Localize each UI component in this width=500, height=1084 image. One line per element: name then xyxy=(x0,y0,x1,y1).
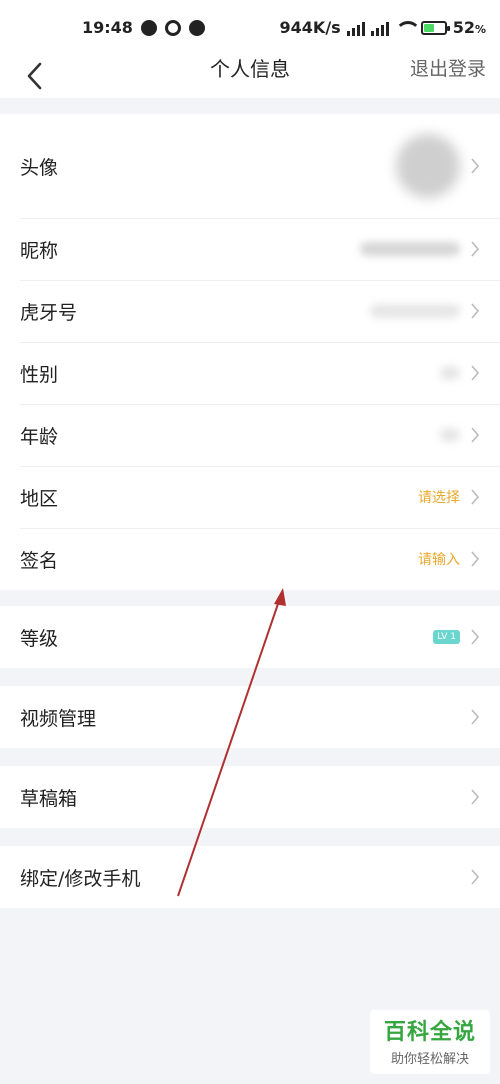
region-row[interactable]: 地区 请选择 xyxy=(0,466,500,528)
chevron-right-icon xyxy=(470,240,480,258)
gender-value-blurred xyxy=(440,366,460,380)
watermark: 百科全说 助你轻松解决 xyxy=(370,1010,490,1074)
chevron-right-icon xyxy=(470,788,480,806)
video-group: 视频管理 xyxy=(0,686,500,748)
drafts-label: 草稿箱 xyxy=(20,787,78,810)
level-badge: LV 1 xyxy=(433,630,460,644)
chevron-right-icon xyxy=(470,426,480,444)
level-label: 等级 xyxy=(20,627,59,650)
signal-icon-2 xyxy=(370,20,389,36)
profile-group: 头像 昵称 虎牙号 性别 年龄 地区 请选择 签名 请输入 xyxy=(0,114,500,590)
level-row[interactable]: 等级 LV 1 xyxy=(0,606,500,668)
age-row[interactable]: 年龄 xyxy=(0,404,500,466)
browser-icon xyxy=(188,19,205,36)
avatar xyxy=(396,134,460,198)
watermark-subtitle: 助你轻松解决 xyxy=(390,1052,469,1067)
wifi-icon xyxy=(394,20,421,35)
app-notification-icon xyxy=(140,19,157,36)
region-hint: 请选择 xyxy=(418,490,460,506)
huya-id-row[interactable]: 虎牙号 xyxy=(0,280,500,342)
status-bar: 19:48 944K/s 52% xyxy=(0,0,500,54)
status-right: 944K/s 52% xyxy=(280,18,486,37)
nickname-label: 昵称 xyxy=(20,239,59,262)
huya-id-value-blurred xyxy=(370,304,460,318)
battery-icon xyxy=(420,20,450,35)
age-label: 年龄 xyxy=(20,425,59,448)
bind-phone-label: 绑定/修改手机 xyxy=(20,867,141,890)
chevron-right-icon xyxy=(470,157,480,175)
gender-row[interactable]: 性别 xyxy=(0,342,500,404)
status-left: 19:48 xyxy=(82,18,205,37)
region-label: 地区 xyxy=(20,487,59,510)
chevron-right-icon xyxy=(470,550,480,568)
sync-icon xyxy=(164,19,181,36)
battery-percent: 52% xyxy=(452,18,486,37)
phone-group: 绑定/修改手机 xyxy=(0,846,500,908)
status-time: 19:48 xyxy=(82,18,133,37)
gender-label: 性别 xyxy=(20,363,59,386)
avatar-row[interactable]: 头像 xyxy=(0,114,500,218)
drafts-group: 草稿箱 xyxy=(0,766,500,828)
signature-hint: 请输入 xyxy=(418,552,460,568)
chevron-right-icon xyxy=(470,364,480,382)
chevron-right-icon xyxy=(470,488,480,506)
nav-bar: 个人信息 退出登录 xyxy=(0,54,500,98)
level-group: 等级 LV 1 xyxy=(0,606,500,668)
signal-icon xyxy=(346,20,365,36)
signature-label: 签名 xyxy=(20,549,59,572)
nickname-value-blurred xyxy=(360,242,460,256)
network-speed: 944K/s xyxy=(279,18,341,37)
logout-button[interactable]: 退出登录 xyxy=(410,54,486,98)
huya-id-label: 虎牙号 xyxy=(20,301,78,324)
nickname-row[interactable]: 昵称 xyxy=(0,218,500,280)
battery-level xyxy=(423,23,434,32)
watermark-title: 百科全说 xyxy=(383,1020,476,1045)
chevron-right-icon xyxy=(470,628,480,646)
chevron-right-icon xyxy=(470,708,480,726)
chevron-right-icon xyxy=(470,302,480,320)
drafts-row[interactable]: 草稿箱 xyxy=(0,766,500,828)
video-management-row[interactable]: 视频管理 xyxy=(0,686,500,748)
avatar-label: 头像 xyxy=(20,156,59,179)
chevron-right-icon xyxy=(470,868,480,886)
signature-row[interactable]: 签名 请输入 xyxy=(0,528,500,590)
bind-phone-row[interactable]: 绑定/修改手机 xyxy=(0,846,500,908)
video-management-label: 视频管理 xyxy=(20,707,97,730)
age-value-blurred xyxy=(440,428,460,442)
